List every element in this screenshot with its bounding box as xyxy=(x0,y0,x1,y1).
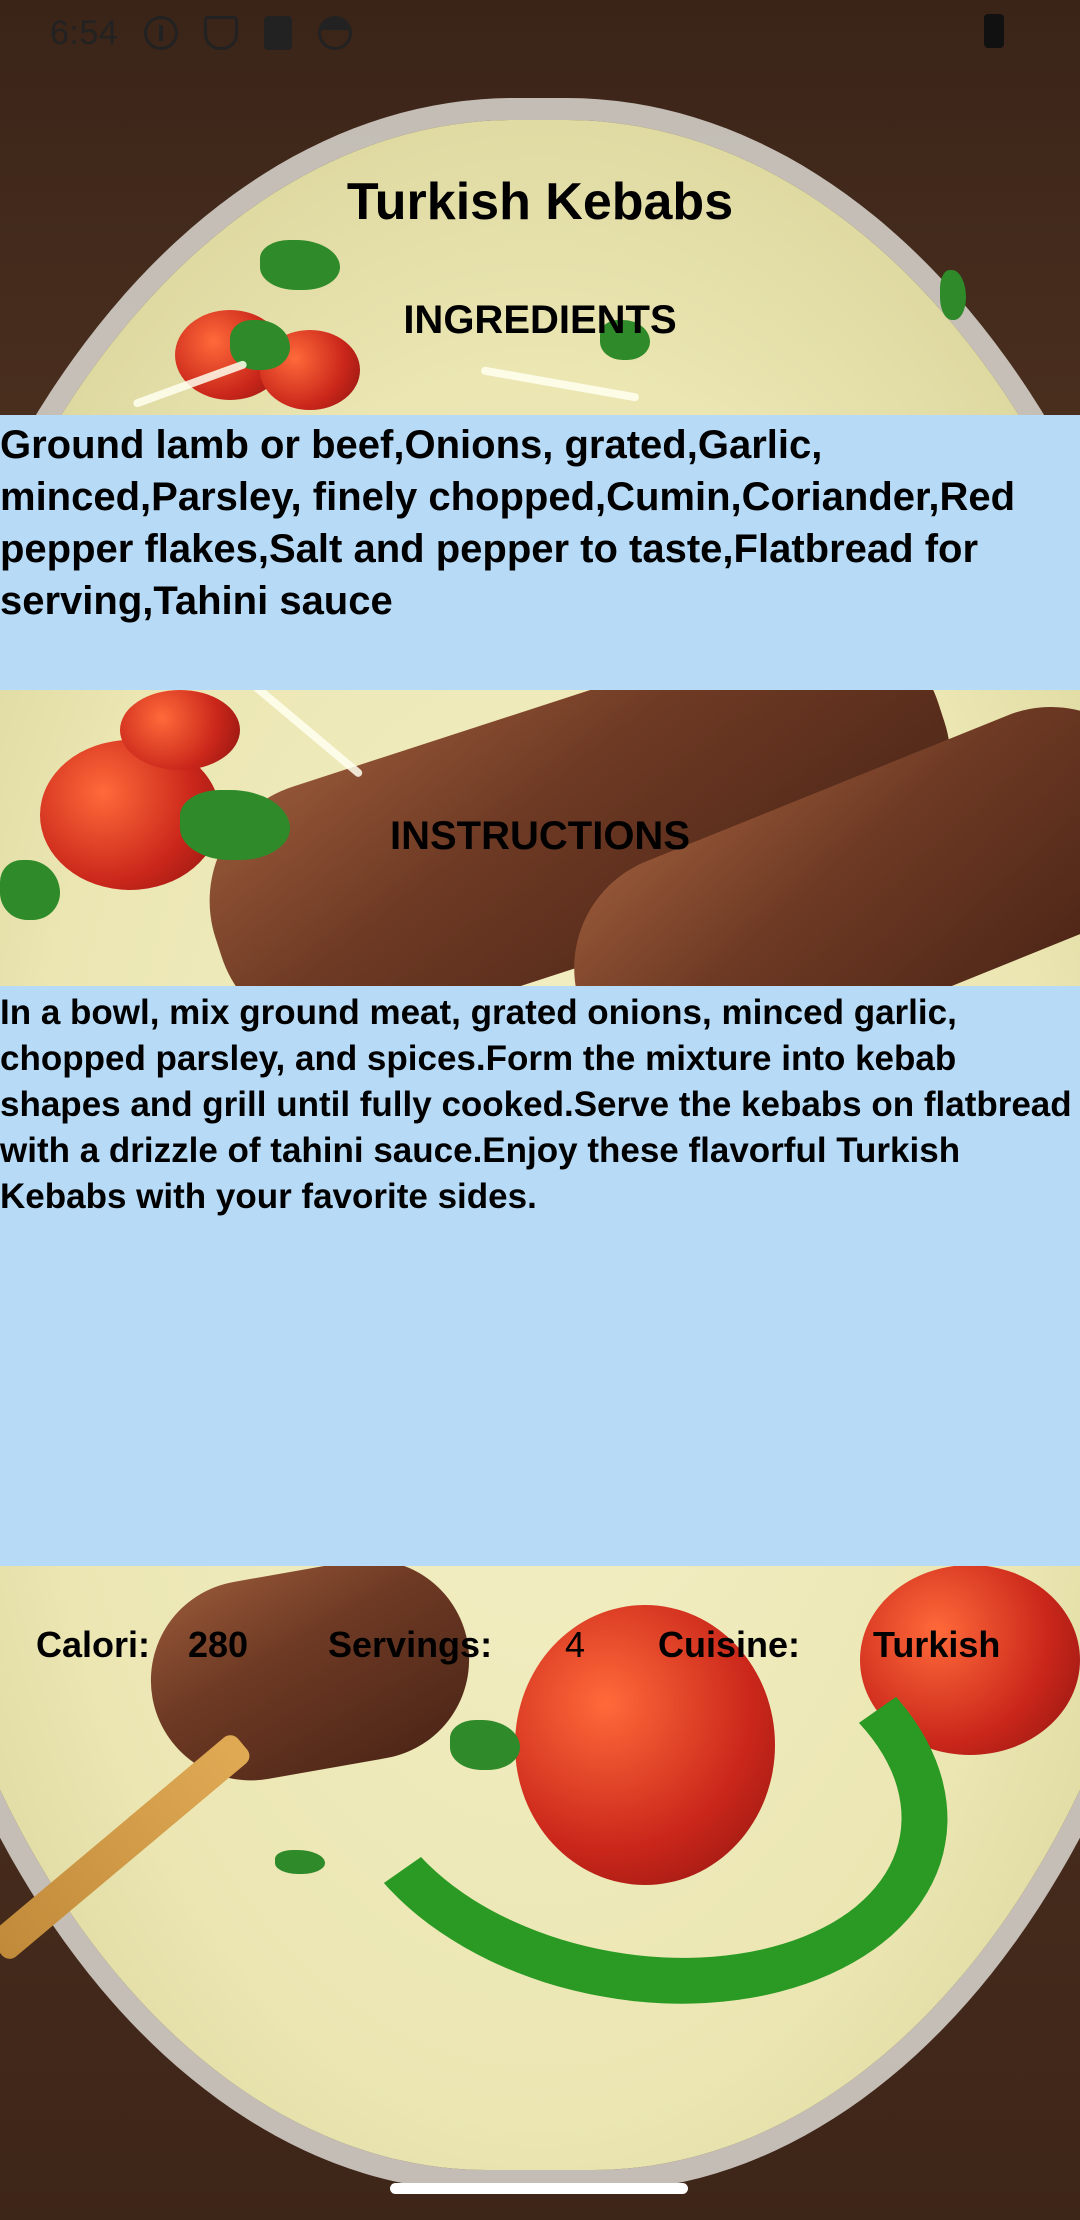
cuisine-label: Cuisine: xyxy=(658,1624,801,1665)
recipe-title: Turkish Kebabs xyxy=(346,173,734,231)
status-bar: 6:54 xyxy=(0,0,1080,66)
cuisine-value: Turkish xyxy=(873,1624,1001,1665)
home-indicator[interactable] xyxy=(390,2183,688,2194)
servings-label: Servings: xyxy=(328,1624,493,1665)
ingredients-heading: INGREDIENTS xyxy=(403,298,677,342)
face-icon xyxy=(318,16,353,50)
recipe-detail: Turkish Kebabs INGREDIENTS Ground lamb o… xyxy=(0,0,1080,2220)
recipe-stats: Calori: 280 Servings: 4 Cuisine: Turkish xyxy=(0,1624,1080,1674)
calori-value: 280 xyxy=(188,1624,249,1665)
instructions-heading: INSTRUCTIONS xyxy=(390,814,690,858)
sd-card-icon xyxy=(264,16,293,50)
servings-value: 4 xyxy=(565,1624,586,1665)
shield-icon xyxy=(204,16,239,50)
ingredients-text: Ground lamb or beef,Onions, grated,Garli… xyxy=(0,415,1080,690)
status-time: 6:54 xyxy=(50,13,119,52)
calori-label: Calori: xyxy=(36,1624,151,1665)
info-icon xyxy=(144,16,179,50)
instructions-text: In a bowl, mix ground meat, grated onion… xyxy=(0,986,1080,1566)
